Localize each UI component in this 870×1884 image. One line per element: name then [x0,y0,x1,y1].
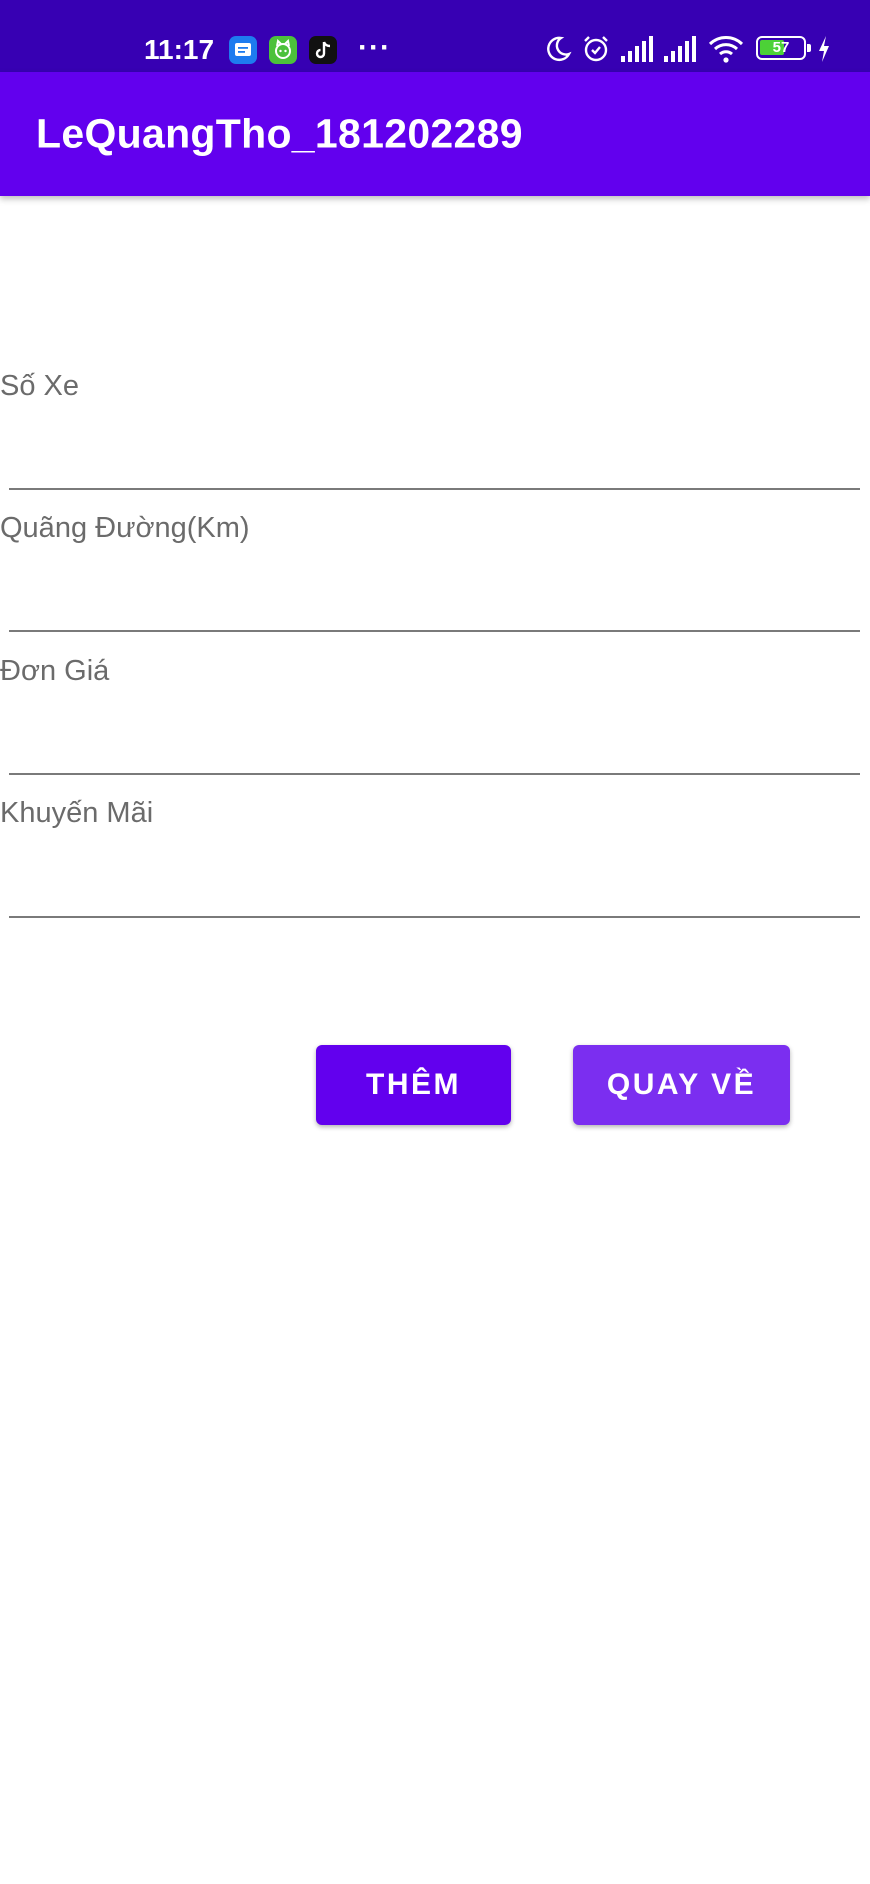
label-so-xe: Số Xe [0,370,79,402]
status-bar: 11:17 ··· 57 [0,0,870,72]
back-button[interactable]: QUAY VỀ [573,1045,790,1125]
messages-app-icon [229,36,257,64]
quang-duong-input[interactable] [9,576,860,632]
moon-icon [543,34,573,64]
app-title: LeQuangTho_181202289 [36,110,523,157]
label-don-gia: Đơn Giá [0,655,110,687]
tiktok-icon [309,36,337,64]
khuyen-mai-input[interactable] [9,862,860,918]
don-gia-input[interactable] [9,719,860,775]
status-time: 11:17 [144,34,215,65]
wifi-icon [708,34,744,64]
more-dots-icon: ··· [358,31,391,64]
signal-icon [662,34,698,64]
label-khuyen-mai: Khuyến Mãi [0,797,154,829]
battery-icon: 57 [756,36,811,60]
signal-icon [619,34,655,64]
add-button[interactable]: THÊM [316,1045,511,1125]
cat-app-icon [269,36,297,64]
so-xe-input[interactable] [9,434,860,490]
app-bar: LeQuangTho_181202289 [0,72,870,196]
charging-icon [816,34,832,64]
label-quang-duong: Quãng Đường(Km) [0,512,250,544]
alarm-icon [581,34,611,64]
